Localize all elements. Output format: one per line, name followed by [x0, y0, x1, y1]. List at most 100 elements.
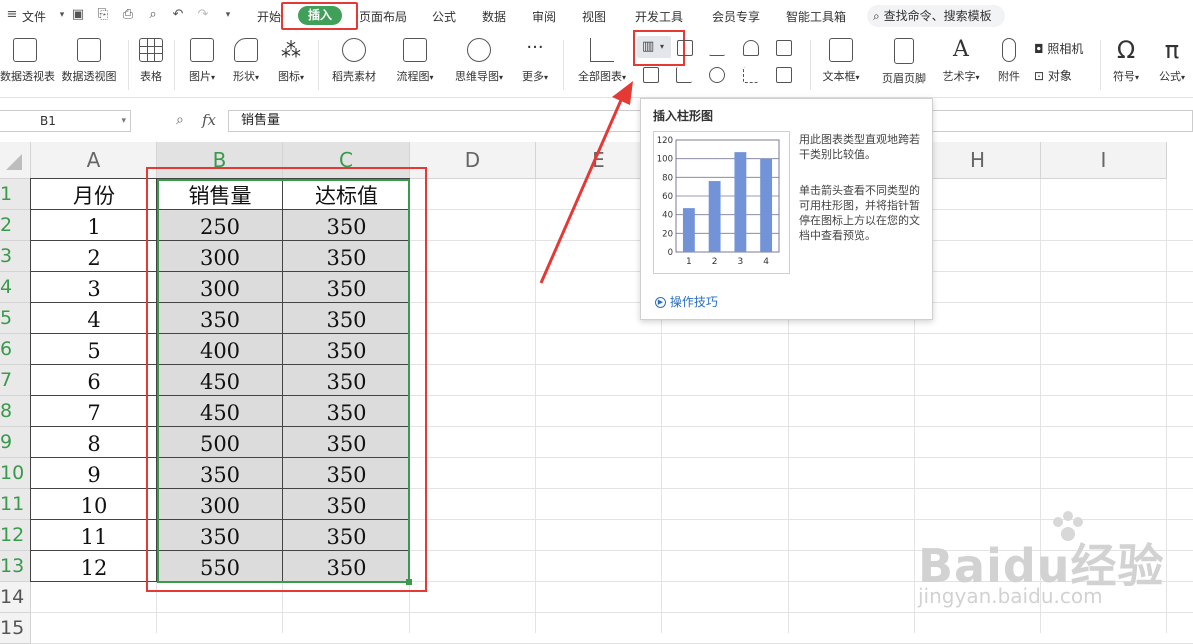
row-header-7[interactable]: 7 — [0, 365, 31, 396]
camera-button[interactable]: ◘ 照相机 — [1034, 40, 1083, 58]
row-header-11[interactable]: 11 — [0, 489, 31, 520]
column-header-i[interactable]: I — [1041, 142, 1167, 179]
row-header-15[interactable]: 15 — [0, 613, 31, 644]
bar-chart-icon[interactable] — [677, 40, 693, 56]
chevron-down-icon[interactable]: ▾ — [121, 111, 126, 131]
formula-button[interactable]: π 公式▾ — [1152, 38, 1192, 94]
cell-c11[interactable]: 350 — [283, 489, 410, 520]
cell-b10[interactable]: 350 — [157, 458, 283, 489]
column-header-a[interactable]: A — [31, 142, 157, 179]
textbox-button[interactable]: 文本框▾ — [818, 38, 864, 94]
name-box[interactable]: B1 ▾ — [0, 110, 131, 132]
row-header-14[interactable]: 14 — [0, 582, 31, 613]
cell-b8[interactable]: 450 — [157, 396, 283, 427]
cell-a13[interactable]: 12 — [31, 551, 157, 582]
print-preview-icon[interactable]: ⌕ — [145, 7, 161, 23]
column-header-b[interactable]: B — [157, 142, 283, 179]
stock-chart-icon[interactable] — [776, 40, 792, 56]
cell-a3[interactable]: 2 — [31, 241, 157, 272]
shell-material-button[interactable]: 稻壳素材 — [327, 38, 381, 94]
cell-a7[interactable]: 6 — [31, 365, 157, 396]
menu-icon[interactable]: ≡ — [4, 7, 20, 23]
cell-c3[interactable]: 350 — [283, 241, 410, 272]
cell-header-c[interactable]: 达标值 — [283, 179, 410, 210]
cell-a9[interactable]: 8 — [31, 427, 157, 458]
cell-a12[interactable]: 11 — [31, 520, 157, 551]
redo-icon[interactable]: ↷ — [195, 7, 211, 23]
icon-button[interactable]: ⁂ 图标▾ — [271, 38, 311, 94]
fill-handle[interactable] — [406, 579, 412, 585]
tab-developer[interactable]: 开发工具 — [635, 8, 683, 25]
row-header-2[interactable]: 2 — [0, 210, 31, 241]
row-header-5[interactable]: 5 — [0, 303, 31, 334]
pivot-chart-button[interactable]: 数据透视图 — [57, 38, 121, 94]
line-chart-icon[interactable] — [709, 40, 725, 56]
table-button[interactable]: 表格 — [136, 38, 166, 94]
tab-formulas[interactable]: 公式 — [432, 8, 456, 25]
cell-header-a[interactable]: 月份 — [31, 179, 157, 210]
chevron-down-icon[interactable]: ▾ — [54, 7, 70, 23]
row-header-1[interactable]: 1 — [0, 179, 31, 210]
object-button[interactable]: ⊡ 对象 — [1034, 67, 1072, 85]
select-all-corner[interactable] — [0, 142, 31, 179]
picture-button[interactable]: 图片▾ — [182, 38, 222, 94]
pie-chart-icon[interactable] — [709, 67, 725, 83]
radar-chart-icon[interactable] — [743, 40, 759, 56]
shape-button[interactable]: 形状▾ — [226, 38, 266, 94]
scatter-chart-icon[interactable] — [743, 67, 759, 83]
cell-c6[interactable]: 350 — [283, 334, 410, 365]
menu-file[interactable]: 文件 — [22, 8, 46, 25]
other-chart-icon[interactable] — [776, 67, 792, 83]
wordart-button[interactable]: A 艺术字▾ — [937, 38, 985, 94]
row-header-4[interactable]: 4 — [0, 272, 31, 303]
cell-b2[interactable]: 250 — [157, 210, 283, 241]
mindmap-button[interactable]: 思维导图▾ — [449, 38, 509, 94]
row-header-12[interactable]: 12 — [0, 520, 31, 551]
row-header-9[interactable]: 9 — [0, 427, 31, 458]
symbol-button[interactable]: Ω 符号▾ — [1106, 38, 1146, 94]
row-header-13[interactable]: 13 — [0, 551, 31, 582]
tab-home[interactable]: 开始 — [257, 8, 281, 25]
cell-c4[interactable]: 350 — [283, 272, 410, 303]
pivot-table-button[interactable]: 数据透视表 — [0, 38, 55, 94]
cell-header-b[interactable]: 销售量 — [157, 179, 283, 210]
flowchart-button[interactable]: 流程图▾ — [391, 38, 439, 94]
header-footer-button[interactable]: 页眉页脚 — [877, 38, 931, 94]
tab-smart-tools[interactable]: 智能工具箱 — [786, 8, 846, 25]
cell-c10[interactable]: 350 — [283, 458, 410, 489]
cell-b5[interactable]: 350 — [157, 303, 283, 334]
fx-icon[interactable]: fx — [202, 111, 216, 129]
column-header-c[interactable]: C — [283, 142, 410, 179]
command-search[interactable]: ⌕ 查找命令、搜索模板 — [867, 5, 1005, 27]
cell-a5[interactable]: 4 — [31, 303, 157, 334]
column-header-d[interactable]: D — [410, 142, 536, 179]
cell-c2[interactable]: 350 — [283, 210, 410, 241]
cell-a2[interactable]: 1 — [31, 210, 157, 241]
combo-chart-icon[interactable] — [676, 67, 692, 83]
cell-a4[interactable]: 3 — [31, 272, 157, 303]
cell-c12[interactable]: 350 — [283, 520, 410, 551]
tab-review[interactable]: 审阅 — [532, 8, 556, 25]
row-header-3[interactable]: 3 — [0, 241, 31, 272]
row-header-10[interactable]: 10 — [0, 458, 31, 489]
customize-icon[interactable]: ▾ — [220, 7, 236, 23]
save-icon[interactable]: ▣ — [70, 7, 86, 23]
cell-c8[interactable]: 350 — [283, 396, 410, 427]
print-icon[interactable]: ⎙ — [120, 7, 136, 23]
tab-data[interactable]: 数据 — [482, 8, 506, 25]
cell-b11[interactable]: 300 — [157, 489, 283, 520]
tab-page-layout[interactable]: 页面布局 — [359, 8, 407, 25]
cell-b7[interactable]: 450 — [157, 365, 283, 396]
cell-b12[interactable]: 350 — [157, 520, 283, 551]
cell-a10[interactable]: 9 — [31, 458, 157, 489]
cell-b4[interactable]: 300 — [157, 272, 283, 303]
tips-link[interactable]: ▶ 操作技巧 — [655, 293, 718, 310]
cell-b13[interactable]: 550 — [157, 551, 283, 582]
row-header-6[interactable]: 6 — [0, 334, 31, 365]
cell-a11[interactable]: 10 — [31, 489, 157, 520]
column-header-h[interactable]: H — [915, 142, 1041, 179]
cell-a8[interactable]: 7 — [31, 396, 157, 427]
zoom-icon[interactable]: ⌕ — [176, 112, 184, 128]
row-header-8[interactable]: 8 — [0, 396, 31, 427]
tab-member[interactable]: 会员专享 — [712, 8, 760, 25]
